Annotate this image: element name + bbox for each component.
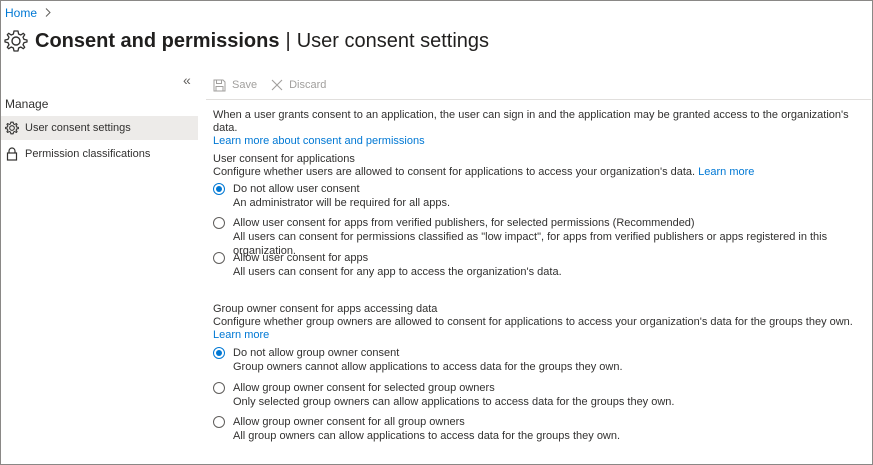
learn-more-consent-link[interactable]: Learn more about consent and permissions: [213, 135, 425, 147]
page-title-separator: |: [285, 29, 291, 52]
option-description: Only selected group owners can allow app…: [233, 396, 675, 408]
option-label: Allow group owner consent for all group …: [233, 416, 465, 428]
blade-frame: Home Consent and permissions | User consen…: [0, 0, 873, 465]
gear-icon: [5, 121, 19, 135]
sidebar-item-label: Permission classifications: [25, 148, 151, 160]
command-bar-divider: [206, 99, 871, 100]
page-title-main: Consent and permissions: [35, 29, 280, 52]
option-description: An administrator will be required for al…: [233, 197, 451, 209]
gear-icon: [4, 29, 28, 53]
sidebar-item-permission-classifications[interactable]: Permission classifications: [1, 142, 198, 166]
discard-button[interactable]: Discard: [271, 79, 326, 91]
page-header: Consent and permissions | User consent set…: [4, 29, 489, 53]
lock-icon: [5, 147, 19, 161]
group-consent-option-2[interactable]: Allow group owner consent for selected g…: [213, 381, 674, 409]
option-label: Do not allow group owner consent: [233, 347, 400, 359]
chevron-right-icon: [45, 6, 51, 20]
intro: When a user grants consent to an applica…: [213, 109, 863, 148]
option-description: All group owners can allow applications …: [233, 430, 621, 442]
user-consent-option-3[interactable]: Allow user consent for apps All users ca…: [213, 251, 562, 279]
breadcrumb: Home: [5, 6, 51, 20]
user-consent-title: User consent for applications: [213, 153, 355, 165]
user-consent-description: Configure whether users are allowed to c…: [213, 166, 861, 179]
radio-button[interactable]: [213, 252, 225, 264]
group-consent-option-1[interactable]: Do not allow group owner consent Group o…: [213, 346, 623, 374]
group-consent-description-text: Configure whether group owners are allow…: [213, 316, 853, 328]
radio-button[interactable]: [213, 347, 225, 359]
breadcrumb-home-link[interactable]: Home: [5, 6, 37, 20]
user-consent-learn-more-link[interactable]: Learn more: [698, 166, 754, 178]
option-description: Group owners cannot allow applications t…: [233, 361, 623, 373]
collapse-sidebar-icon[interactable]: «: [183, 73, 191, 87]
sidebar: « Manage User consent settings Permissio…: [1, 69, 198, 464]
option-label: Allow user consent for apps from verifie…: [233, 217, 695, 229]
radio-button[interactable]: [213, 416, 225, 428]
option-description: All users can consent for any app to acc…: [233, 266, 562, 278]
radio-button[interactable]: [213, 217, 225, 229]
save-button[interactable]: Save: [213, 79, 257, 92]
save-icon: [213, 79, 226, 91]
sidebar-item-label: User consent settings: [25, 122, 131, 134]
sidebar-section-manage: Manage: [5, 97, 49, 111]
user-consent-option-1[interactable]: Do not allow user consent An administrat…: [213, 182, 450, 210]
sidebar-item-user-consent-settings[interactable]: User consent settings: [1, 116, 198, 140]
group-consent-description: Configure whether group owners are allow…: [213, 316, 861, 342]
command-bar: Save Discard: [213, 74, 340, 96]
page-title-sub: User consent settings: [296, 29, 490, 52]
group-consent-option-3[interactable]: Allow group owner consent for all group …: [213, 415, 620, 443]
option-label: Do not allow user consent: [233, 183, 360, 195]
discard-icon: [271, 79, 283, 91]
user-consent-description-text: Configure whether users are allowed to c…: [213, 166, 696, 178]
page-title: Consent and permissions | User consent set…: [35, 30, 489, 53]
save-label: Save: [232, 79, 258, 91]
radio-button[interactable]: [213, 382, 225, 394]
radio-button[interactable]: [213, 183, 225, 195]
option-label: Allow group owner consent for selected g…: [233, 382, 495, 394]
discard-label: Discard: [289, 79, 327, 91]
intro-text: When a user grants consent to an applica…: [213, 109, 849, 134]
group-consent-title: Group owner consent for apps accessing d…: [213, 303, 438, 315]
option-label: Allow user consent for apps: [233, 252, 369, 264]
group-consent-learn-more-link[interactable]: Learn more: [213, 329, 269, 341]
